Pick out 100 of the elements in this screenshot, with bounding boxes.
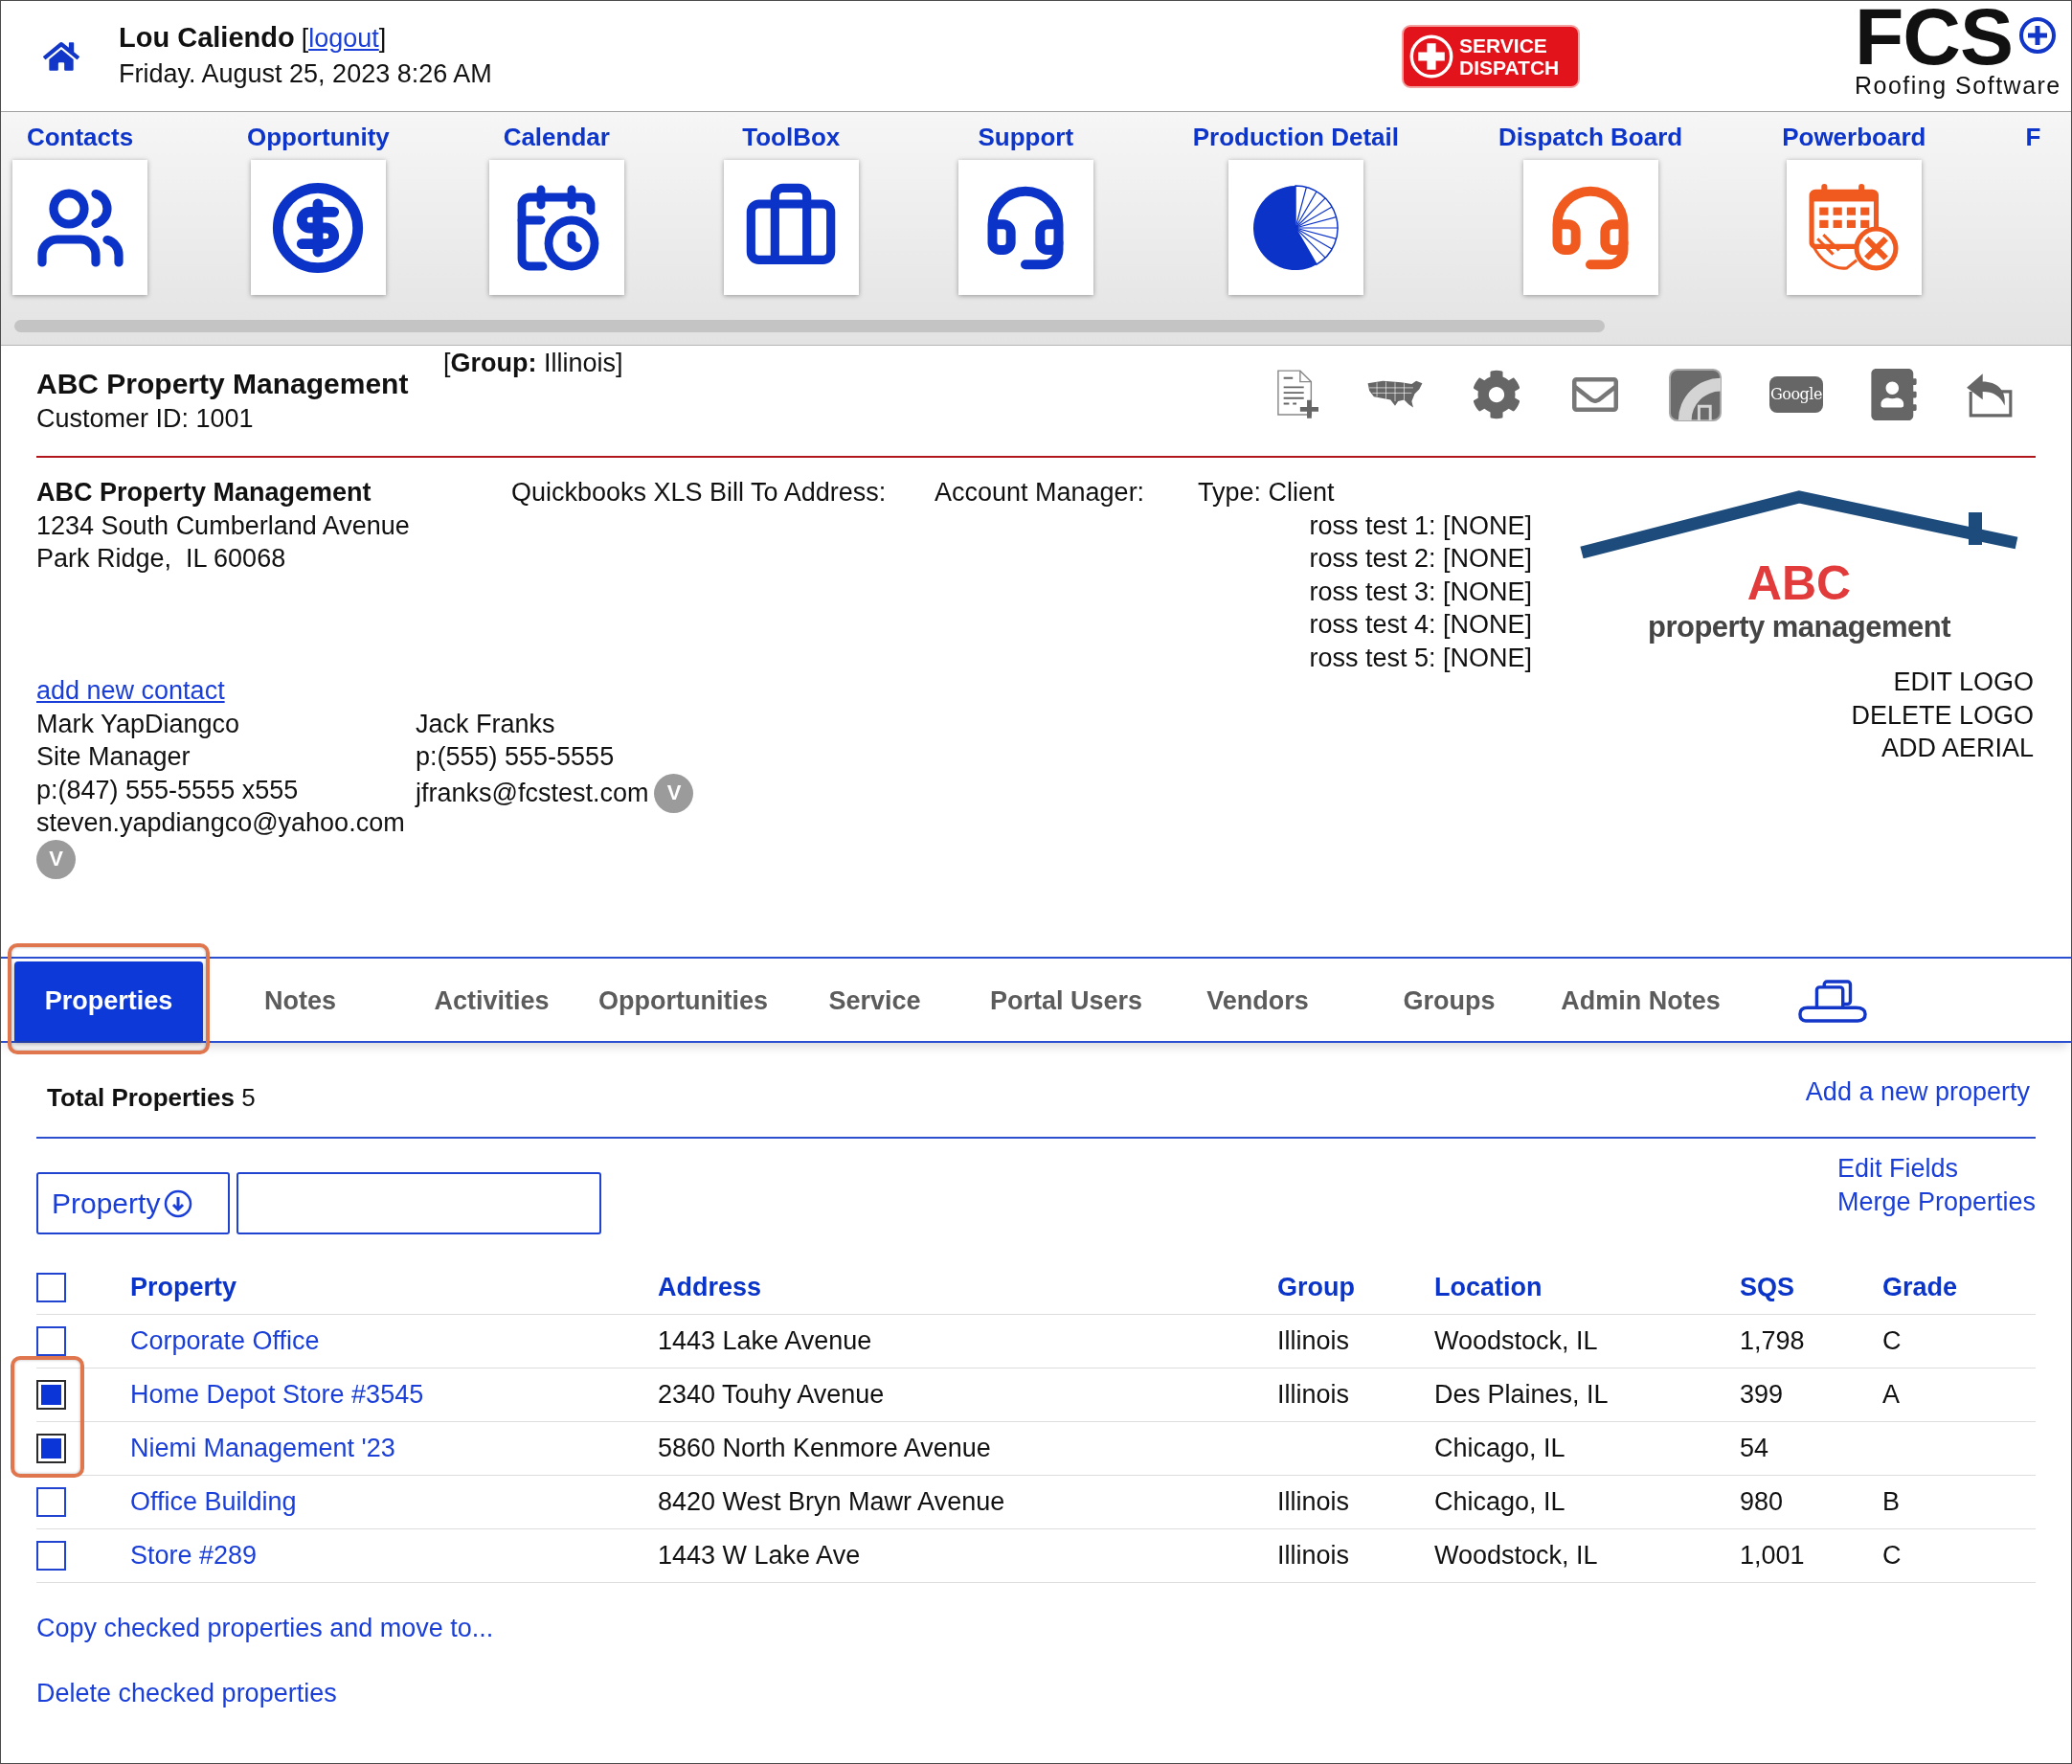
checkbox[interactable] [36,1273,66,1302]
service-dispatch-button[interactable]: SERVICE DISPATCH [1402,25,1580,88]
checkbox[interactable] [36,1541,66,1571]
table-cell-text: Des Plaines, IL [1434,1379,1609,1412]
table-cell-text: 980 [1740,1486,1784,1519]
property-link[interactable]: Corporate Office [130,1322,320,1361]
table-cell-text: 8420 West Bryn Mawr Avenue [658,1486,1005,1519]
contact-phone: p:(555) 555-5555 [416,741,615,773]
contact-phone: p:(847) 555-5555 x555 [36,774,299,806]
quickbooks-label: Quickbooks XLS Bill To Address: [511,477,887,509]
tab[interactable]: Groups [1355,961,1543,1041]
plus-circle-icon [2018,16,2057,55]
service-label: DISPATCH [1459,57,1560,79]
table-cell-text: 54 [1740,1433,1769,1465]
contact-email: steven.yapdiangco@yahoo.com [36,807,405,839]
customer-type: Type: Client [1198,477,1335,509]
column-header[interactable]: Property [130,1268,237,1307]
checkbox[interactable] [36,1434,66,1463]
nav-tile[interactable] [1522,160,1658,295]
nav-link[interactable]: Calendar [503,121,610,153]
cloud-stack-icon[interactable] [1797,979,1867,1024]
document-plus-icon[interactable] [1276,369,1318,420]
nav-tile[interactable] [1786,160,1922,295]
nav-link[interactable]: Support [978,121,1074,153]
settings-icon[interactable] [1472,370,1521,419]
checkbox[interactable] [36,1326,66,1356]
tab[interactable]: Service [780,961,969,1041]
custom-field: ross test 3: [NONE] [1309,575,1532,608]
column-header[interactable]: Location [1434,1268,1543,1307]
tab[interactable]: Vendors [1163,961,1352,1041]
table-cell-text: Woodstock, IL [1434,1540,1598,1572]
reply-icon[interactable] [1965,372,2015,418]
nav-tile[interactable] [1227,160,1363,295]
brand-name: FCS [1855,1,2013,72]
nav-link[interactable]: Contacts [26,121,134,153]
nav-link[interactable]: F [2025,121,2041,153]
property-link[interactable]: Store #289 [130,1536,258,1575]
table-cell-text: A [1882,1379,1900,1412]
customer-id: Customer ID: 1001 [36,403,255,435]
home-icon[interactable] [43,39,79,74]
nav-tile[interactable] [488,160,624,295]
customer-group: [Group: Illinois] [443,347,623,379]
table-cell-text: C [1882,1325,1902,1358]
tab[interactable]: Portal Users [972,961,1160,1041]
google-button[interactable]: Google [1769,376,1823,413]
add-contact-link[interactable]: add new contact [36,674,225,708]
column-header[interactable]: Grade [1882,1268,1958,1307]
column-header[interactable]: SQS [1740,1268,1795,1307]
table-cell-text: 5860 North Kenmore Avenue [658,1433,991,1465]
nav-link[interactable]: Dispatch Board [1498,121,1683,153]
tab[interactable]: Properties [14,961,203,1041]
tab[interactable]: Activities [397,961,586,1041]
add-property-link[interactable]: Add a new property [1805,1075,2030,1108]
table-cell-text: Illinois [1277,1540,1350,1572]
arc-tile-icon[interactable] [1669,368,1722,421]
table-cell-text: 1443 Lake Avenue [658,1325,872,1358]
contact-name: Mark YapDiangco [36,708,240,740]
address-line: 1234 South Cumberland Avenue [36,509,410,542]
logo-action-link[interactable]: EDIT LOGO [1893,666,2034,699]
property-link[interactable]: Office Building [130,1482,297,1522]
tab[interactable]: Admin Notes [1546,961,1735,1041]
address-book-icon[interactable] [1871,369,1917,420]
address-line: Park Ridge, IL 60068 [36,543,286,575]
custom-field: ross test 5: [NONE] [1309,641,1532,674]
table-action-link[interactable]: Edit Fields [1836,1152,1958,1186]
table-action-link[interactable]: Merge Properties [1836,1186,2036,1219]
column-header[interactable]: Group [1277,1268,1355,1307]
nav-tile[interactable] [12,160,147,295]
nav-link[interactable]: Production Detail [1192,121,1399,153]
logo-action-link[interactable]: DELETE LOGO [1851,698,2034,732]
scrollbar-thumb[interactable] [14,320,1605,332]
bracket: ] [378,23,387,55]
custom-field: ross test 4: [NONE] [1309,608,1532,642]
nav-tile[interactable] [957,160,1093,295]
checkbox[interactable] [36,1380,66,1410]
logout-link[interactable]: logout [308,21,379,56]
search-field[interactable] [236,1172,601,1234]
tab[interactable]: Opportunities [589,961,777,1041]
medical-cross-icon [1409,34,1453,79]
column-header[interactable]: Address [658,1268,762,1307]
table-cell-text: 2340 Touhy Avenue [658,1379,885,1412]
nav-link[interactable]: Powerboard [1782,121,1926,153]
logo-subtitle: property management [1647,609,1951,645]
nav-tile[interactable] [250,160,386,295]
bulk-action-link[interactable]: Delete checked properties [36,1677,337,1709]
nav-tile[interactable] [723,160,859,295]
table-cell-text: Illinois [1277,1379,1350,1412]
checkbox[interactable] [36,1487,66,1517]
nav-link[interactable]: Opportunity [247,121,390,153]
property-select[interactable]: Property [36,1172,230,1234]
logo-action-link[interactable]: ADD AERIAL [1881,732,2034,765]
bracket: [ [301,23,309,55]
tab[interactable]: Notes [206,961,394,1041]
nav-link[interactable]: ToolBox [742,121,841,153]
table-cell-text: B [1882,1486,1900,1519]
bulk-action-link[interactable]: Copy checked properties and move to... [36,1612,494,1644]
custom-field: ross test 1: [NONE] [1309,509,1532,542]
date-time: Friday. August 25, 2023 8:26 AM [119,58,492,90]
property-link[interactable]: Niemi Management '23 [130,1429,395,1468]
property-link[interactable]: Home Depot Store #3545 [130,1375,424,1414]
